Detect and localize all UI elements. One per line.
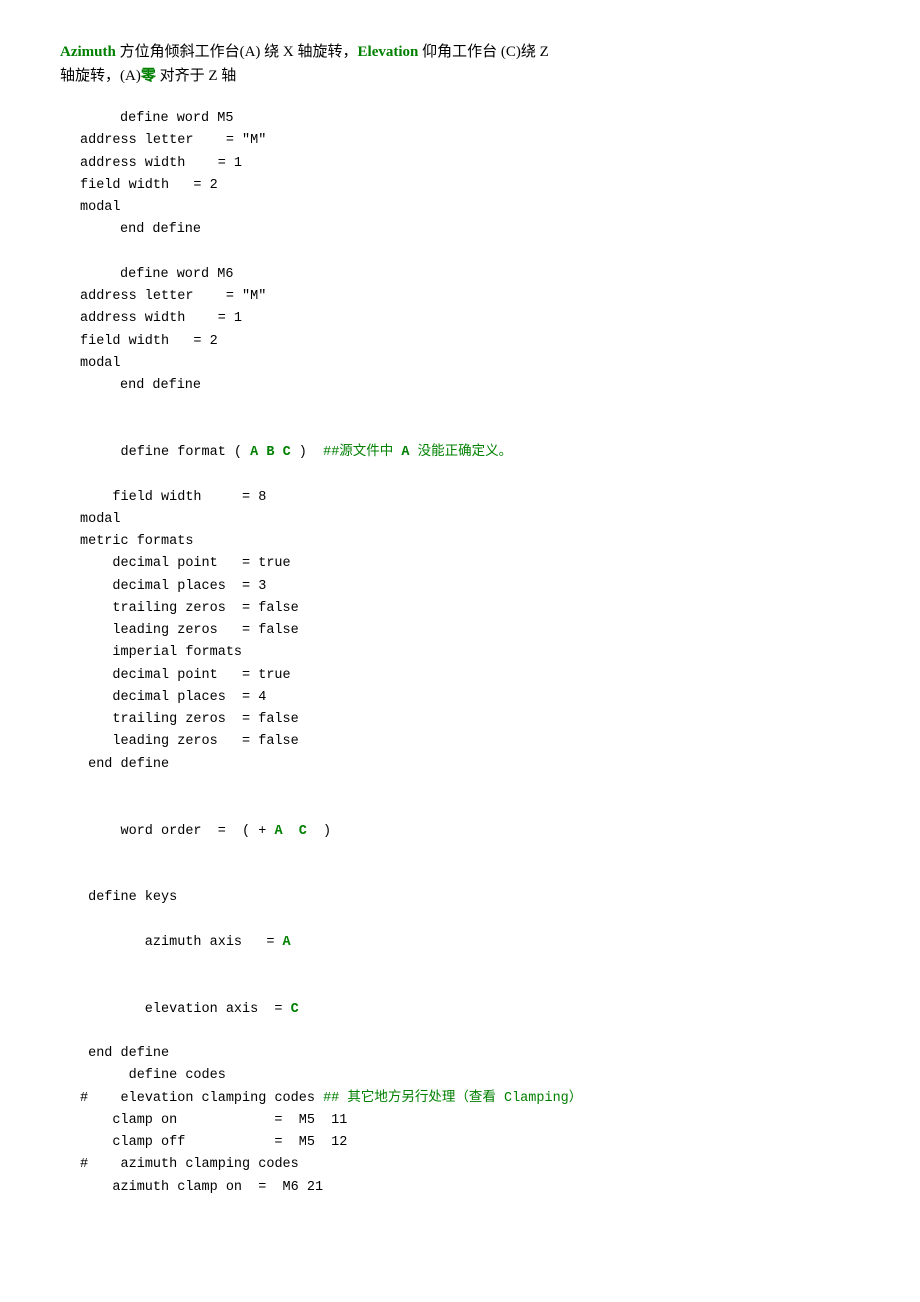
trailing-zeros-metric: trailing zeros = false xyxy=(80,598,860,620)
intro-paragraph: Azimuth 方位角倾斜工作台(A) 绕 X 轴旋转，Elevation 仰角… xyxy=(60,40,860,88)
intro-line2-end: 对齐于 Z 轴 xyxy=(156,68,236,84)
address-letter-m5: address letter = "M" xyxy=(80,130,860,152)
format-C-space xyxy=(274,445,282,460)
address-width-m6: address width = 1 xyxy=(80,308,860,330)
azimuth-clamp-on: azimuth clamp on = M6 21 xyxy=(80,1177,860,1199)
modal-m5: modal xyxy=(80,197,860,219)
format-close: ) xyxy=(291,445,323,460)
azimuth-axis-line: azimuth axis = A xyxy=(80,910,860,977)
imperial-formats: imperial formats xyxy=(80,642,860,664)
modal-format: modal xyxy=(80,509,860,531)
decimal-point-metric: decimal point = true xyxy=(80,553,860,575)
elevation-clamping-text: elevation clamping codes xyxy=(88,1091,323,1106)
spacer4 xyxy=(80,865,860,887)
azimuth-axis-A: A xyxy=(283,935,291,950)
metric-formats: metric formats xyxy=(80,531,860,553)
modal-m6: modal xyxy=(80,353,860,375)
azimuth-axis-text: azimuth axis = xyxy=(112,935,282,950)
intro-line2: 轴旋转，(A) xyxy=(60,68,141,84)
spacer1 xyxy=(80,242,860,264)
azimuth-clamping-line: # azimuth clamping codes xyxy=(80,1154,860,1176)
address-letter-m6: address letter = "M" xyxy=(80,286,860,308)
elevation-comment: ## 其它地方另行处理（查看 Clamping） xyxy=(323,1091,582,1106)
define-m6-indent: define word M6 xyxy=(120,264,860,286)
word-order-C: C xyxy=(299,824,307,839)
word-order-line: word order = ( + A C ) xyxy=(80,798,860,865)
field-width-m6: field width = 2 xyxy=(80,331,860,353)
end-define-m5: end define xyxy=(120,219,860,241)
intro-text-2: 仰角工作台 (C)绕 Z xyxy=(418,44,548,60)
define-format-line: define format ( A B C ) ##源文件中 A 没能正确定义。 xyxy=(80,420,860,487)
elevation-axis-C: C xyxy=(291,1002,299,1017)
leading-zeros-metric: leading zeros = false xyxy=(80,620,860,642)
field-width-format: field width = 8 xyxy=(80,487,860,509)
elevation-axis-text: elevation axis = xyxy=(112,1002,290,1017)
end-define-format: end define xyxy=(80,754,860,776)
end-define-m6: end define xyxy=(120,375,860,397)
word-order-close: ) xyxy=(307,824,331,839)
format-C: C xyxy=(283,445,291,460)
elevation-clamping-line: # elevation clamping codes ## 其它地方另行处理（查… xyxy=(80,1088,860,1110)
clamp-off: clamp off = M5 12 xyxy=(80,1132,860,1154)
define-keys: define keys xyxy=(80,887,860,909)
code-block: define word M5 address letter = "M" addr… xyxy=(80,108,860,1199)
decimal-places-metric: decimal places = 3 xyxy=(80,576,860,598)
decimal-places-imperial: decimal places = 4 xyxy=(80,687,860,709)
trailing-zeros-imperial: trailing zeros = false xyxy=(80,709,860,731)
spacer3 xyxy=(80,776,860,798)
leading-zeros-imperial: leading zeros = false xyxy=(80,731,860,753)
hash2: # xyxy=(80,1157,88,1172)
decimal-point-imperial: decimal point = true xyxy=(80,665,860,687)
elevation-label: Elevation xyxy=(358,44,419,60)
format-comment: ##源文件中 A 没能正确定义。 xyxy=(323,445,512,460)
define-m5-indent: define word M5 xyxy=(120,108,860,130)
word-order-space xyxy=(283,824,299,839)
field-width-m5: field width = 2 xyxy=(80,175,860,197)
define-format-label: define format ( xyxy=(112,445,250,460)
hash1: # xyxy=(80,1091,88,1106)
azimuth-label: Azimuth xyxy=(60,44,116,60)
azimuth-clamping-text: azimuth clamping codes xyxy=(88,1157,299,1172)
spacer2 xyxy=(80,397,860,419)
elevation-axis-line: elevation axis = C xyxy=(80,976,860,1043)
define-codes: define codes xyxy=(80,1065,860,1087)
end-define-keys: end define xyxy=(80,1043,860,1065)
word-order-text: word order = ( + xyxy=(112,824,274,839)
intro-text-1: 方位角倾斜工作台(A) 绕 X 轴旋转， xyxy=(116,44,358,60)
ling-char: 零 xyxy=(141,68,156,84)
clamp-on: clamp on = M5 11 xyxy=(80,1110,860,1132)
word-order-A: A xyxy=(274,824,282,839)
address-width-m5: address width = 1 xyxy=(80,153,860,175)
